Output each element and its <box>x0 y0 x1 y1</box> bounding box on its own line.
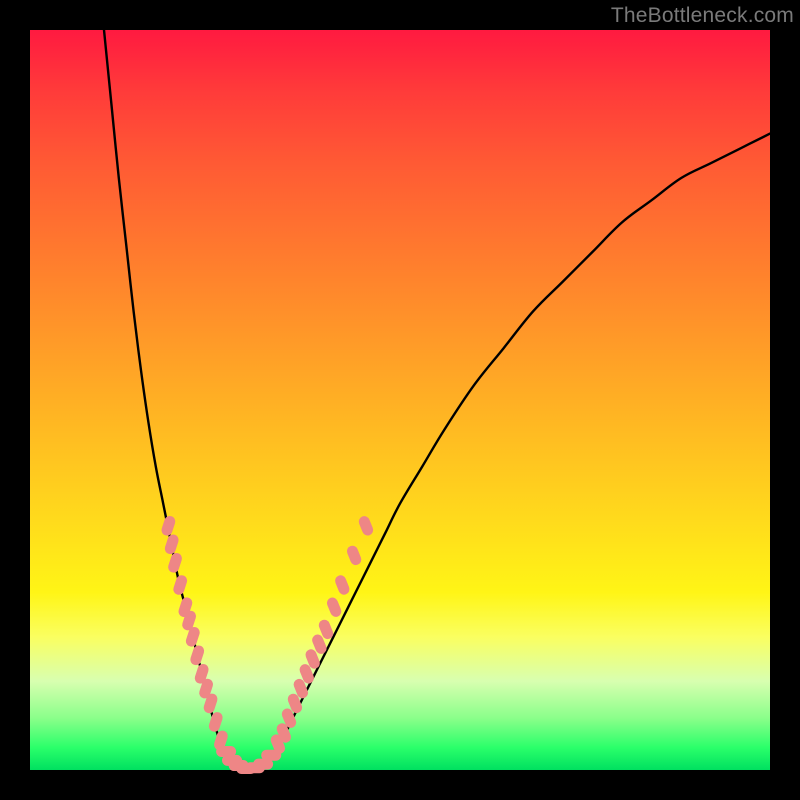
plot-area <box>30 30 770 770</box>
marker-point <box>207 711 224 733</box>
marker-point <box>163 533 180 555</box>
marker-point <box>357 514 375 537</box>
marker-point <box>172 574 189 596</box>
chart-frame: TheBottleneck.com <box>0 0 800 800</box>
marker-point <box>325 596 343 619</box>
curve-lines <box>104 30 770 771</box>
marker-point <box>333 574 351 597</box>
bottleneck-curve <box>104 30 770 771</box>
marker-point <box>160 515 177 537</box>
marker-point <box>167 552 184 574</box>
marker-point <box>189 644 206 666</box>
chart-svg <box>30 30 770 770</box>
marker-point <box>345 544 363 567</box>
watermark-text: TheBottleneck.com <box>611 4 794 28</box>
data-markers <box>160 514 375 774</box>
